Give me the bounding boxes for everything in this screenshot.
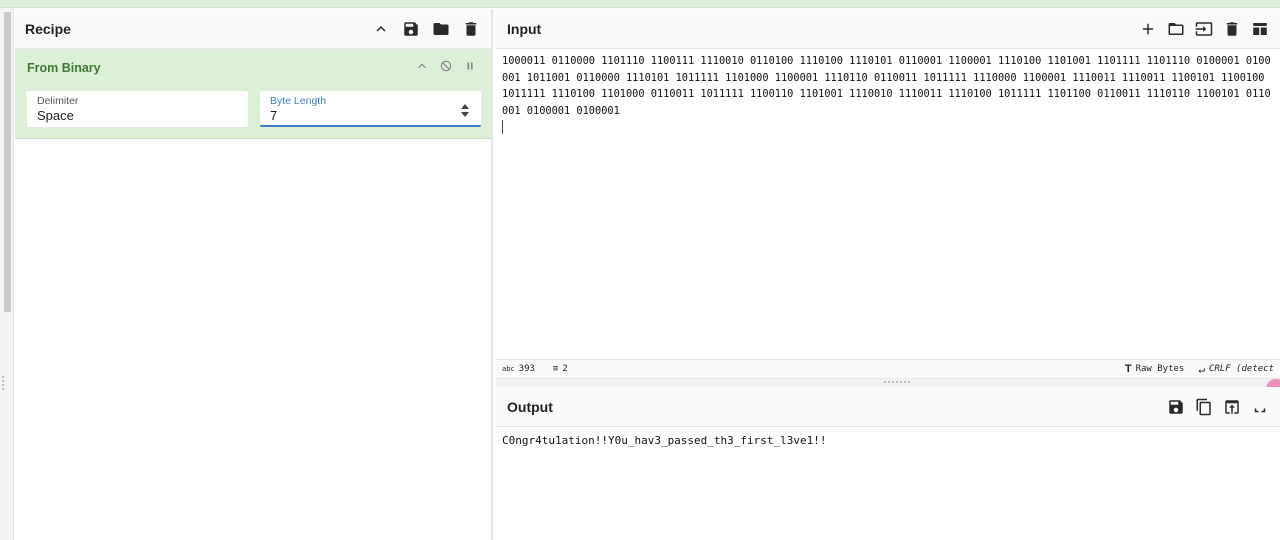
output-title: Output xyxy=(507,398,553,415)
open-folder-icon[interactable] xyxy=(1166,19,1186,39)
encoding-value: Raw Bytes xyxy=(1135,364,1185,374)
copy-icon[interactable] xyxy=(1194,397,1214,417)
replace-input-icon[interactable] xyxy=(1222,397,1242,417)
byte-length-field[interactable]: Byte Length 7 xyxy=(260,91,481,127)
delimiter-label: Delimiter xyxy=(37,95,79,107)
trash-icon[interactable] xyxy=(461,19,481,39)
byte-length-value: 7 xyxy=(270,108,278,123)
table-icon[interactable] xyxy=(1250,19,1270,39)
operations-scrollbar[interactable] xyxy=(0,8,14,540)
pause-icon[interactable] xyxy=(463,59,477,78)
trash-icon[interactable] xyxy=(1222,19,1242,39)
char-count: abc 393 xyxy=(502,364,535,374)
disable-icon[interactable] xyxy=(439,59,453,78)
scrollbar-thumb[interactable] xyxy=(4,12,11,312)
recipe-pane: Recipe From Binary Delimiter Space Byte … xyxy=(15,9,493,540)
text-caret xyxy=(502,120,503,134)
chevron-up-icon[interactable] xyxy=(371,19,391,39)
recipe-header: Recipe xyxy=(15,9,491,49)
line-count: ≡ 2 xyxy=(553,364,568,374)
delimiter-value: Space xyxy=(37,108,74,123)
input-status-bar: abc 393 ≡ 2 T Raw Bytes ↵ CRLF (detect xyxy=(496,359,1280,379)
char-count-value: 393 xyxy=(518,364,535,374)
encoding-selector[interactable]: T Raw Bytes xyxy=(1125,363,1185,375)
stepper-icon[interactable] xyxy=(461,104,471,120)
delimiter-field[interactable]: Delimiter Space xyxy=(27,91,248,127)
operation-title: From Binary xyxy=(27,61,101,75)
resize-grip[interactable] xyxy=(2,376,5,390)
input-text: 1000011 0110000 1101110 1100111 1110010 … xyxy=(502,55,1271,117)
output-text: C0ngr4tu1ation!!Y0u_hav3_passed_th3_firs… xyxy=(502,434,827,447)
eol-selector[interactable]: ↵ CRLF (detect xyxy=(1198,363,1274,376)
input-icon[interactable] xyxy=(1194,19,1214,39)
recipe-title: Recipe xyxy=(25,20,71,37)
top-strip xyxy=(0,0,1280,8)
output-textarea[interactable]: C0ngr4tu1ation!!Y0u_hav3_passed_th3_firs… xyxy=(496,427,1280,454)
eol-value: CRLF (detect xyxy=(1208,364,1274,374)
save-icon[interactable] xyxy=(401,19,421,39)
input-header: Input xyxy=(496,9,1280,49)
io-pane: Input 1000011 0110000 1101110 1100111 11… xyxy=(496,9,1280,540)
collapse-chevron-icon[interactable] xyxy=(415,59,429,78)
text-format-icon: T xyxy=(1124,363,1132,375)
line-count-value: 2 xyxy=(562,364,568,374)
output-header: Output xyxy=(496,387,1280,427)
input-textarea[interactable]: 1000011 0110000 1101110 1100111 1110010 … xyxy=(496,49,1280,140)
maximise-icon[interactable] xyxy=(1250,397,1270,417)
byte-length-label: Byte Length xyxy=(270,95,327,107)
return-icon: ↵ xyxy=(1198,362,1205,376)
folder-icon[interactable] xyxy=(431,19,451,39)
operation-from-binary[interactable]: From Binary Delimiter Space Byte Length … xyxy=(15,49,491,139)
lines-icon: ≡ xyxy=(552,364,559,374)
plus-icon[interactable] xyxy=(1138,19,1158,39)
pane-divider[interactable] xyxy=(496,379,1280,387)
save-icon[interactable] xyxy=(1166,397,1186,417)
divider-grip[interactable] xyxy=(884,381,910,383)
input-title: Input xyxy=(507,20,542,37)
